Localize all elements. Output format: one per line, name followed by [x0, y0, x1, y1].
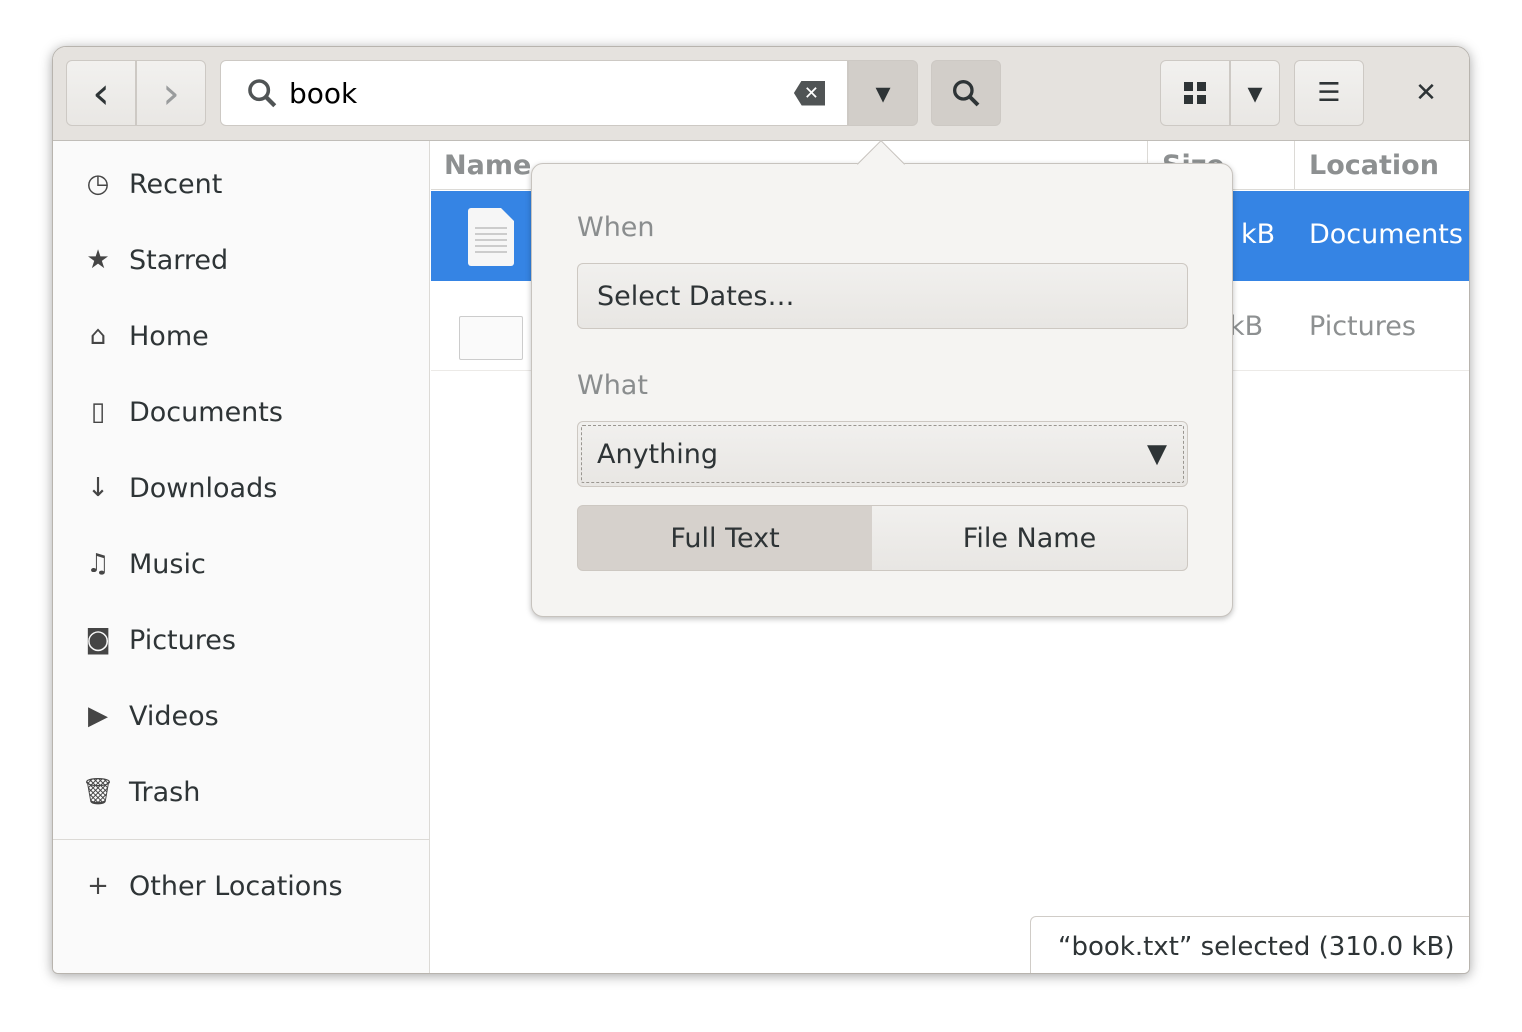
view-grid-button[interactable] — [1160, 60, 1230, 126]
sidebar-item-recent[interactable]: ◷ Recent — [81, 164, 223, 204]
home-icon: ⌂ — [89, 321, 107, 351]
hamburger-icon: ☰ — [1317, 78, 1341, 108]
sidebar-item-trash[interactable]: 🗑 Trash — [81, 772, 200, 812]
file-name-label: File Name — [962, 522, 1097, 554]
trash-icon: 🗑 — [81, 777, 115, 807]
music-icon: ♫ — [86, 549, 110, 579]
document-icon: ▯ — [90, 397, 106, 427]
when-label: When — [577, 212, 655, 243]
sidebar-item-label: Recent — [129, 168, 223, 200]
forward-icon: › — [162, 67, 180, 119]
file-name-toggle[interactable]: File Name — [872, 505, 1188, 571]
sidebar-item-label: Trash — [129, 776, 201, 808]
what-label: What — [577, 370, 648, 401]
sidebar-item-downloads[interactable]: ↓ Downloads — [81, 468, 277, 508]
sidebar-item-label: Pictures — [129, 624, 236, 656]
sidebar-item-label: Downloads — [129, 472, 278, 504]
download-icon: ↓ — [87, 473, 109, 503]
sidebar-item-home[interactable]: ⌂ Home — [81, 316, 209, 356]
sidebar: ◷ Recent ★ Starred ⌂ Home ▯ Documents ↓ Downl… — [53, 141, 430, 973]
sidebar-item-label: Other Locations — [129, 870, 343, 902]
star-icon: ★ — [86, 245, 110, 275]
column-header-name[interactable]: Name — [444, 141, 531, 190]
sidebar-item-label: Home — [129, 320, 209, 352]
search-toggle-button[interactable] — [931, 60, 1001, 126]
sidebar-divider — [53, 839, 429, 840]
chevron-down-icon: ▼ — [1147, 439, 1167, 469]
full-text-toggle[interactable]: Full Text — [577, 505, 873, 571]
close-icon: ✕ — [1415, 78, 1437, 108]
sidebar-item-label: Videos — [129, 700, 219, 732]
text-file-icon — [468, 208, 514, 266]
sidebar-item-starred[interactable]: ★ Starred — [81, 240, 228, 280]
column-header-location[interactable]: Location — [1294, 141, 1469, 190]
sidebar-item-label: Starred — [129, 244, 229, 276]
video-icon: ▶ — [88, 701, 108, 731]
clock-icon: ◷ — [86, 169, 110, 199]
chevron-down-icon: ▾ — [1247, 75, 1263, 111]
file-size: kB — [1241, 219, 1276, 250]
sidebar-item-label: Documents — [129, 396, 283, 428]
search-options-button[interactable]: ▾ — [848, 60, 918, 126]
sidebar-item-label: Music — [129, 548, 206, 580]
view-options-button[interactable]: ▾ — [1230, 60, 1280, 126]
sidebar-item-other-locations[interactable]: + Other Locations — [81, 866, 343, 906]
plus-icon: + — [87, 871, 109, 901]
menu-button[interactable]: ☰ — [1294, 60, 1364, 126]
close-button[interactable]: ✕ — [1393, 60, 1459, 126]
grid-icon — [1184, 82, 1206, 104]
search-field[interactable]: book ✕ — [220, 60, 848, 126]
search-icon — [248, 79, 277, 108]
chevron-down-icon: ▾ — [875, 75, 891, 111]
back-button[interactable]: ‹ — [66, 60, 136, 126]
back-icon: ‹ — [92, 67, 110, 119]
forward-button[interactable]: › — [136, 60, 206, 126]
search-input[interactable]: book — [289, 77, 794, 110]
clear-search-icon[interactable]: ✕ — [793, 80, 825, 106]
select-dates-label: Select Dates… — [597, 280, 795, 312]
sidebar-item-documents[interactable]: ▯ Documents — [81, 392, 283, 432]
file-size: kB — [1229, 311, 1264, 342]
camera-icon: ◙ — [85, 625, 111, 655]
select-dates-button[interactable]: Select Dates… — [577, 263, 1188, 329]
status-bar: “book.txt” selected (310.0 kB) — [1030, 916, 1469, 973]
header-bar: ‹ › book ✕ ▾ ▾ ☰ ✕ — [53, 47, 1469, 141]
what-dropdown[interactable]: Anything ▼ — [577, 421, 1188, 487]
search-icon — [953, 80, 980, 107]
file-location: Pictures — [1309, 311, 1416, 342]
full-text-label: Full Text — [670, 522, 780, 554]
search-options-popover: When Select Dates… What Anything ▼ Full T… — [531, 139, 1233, 617]
what-dropdown-value: Anything — [597, 438, 719, 470]
file-location: Documents — [1309, 219, 1463, 250]
image-thumbnail-icon — [459, 316, 523, 360]
sidebar-item-videos[interactable]: ▶ Videos — [81, 696, 219, 736]
sidebar-item-pictures[interactable]: ◙ Pictures — [81, 620, 236, 660]
sidebar-item-music[interactable]: ♫ Music — [81, 544, 206, 584]
